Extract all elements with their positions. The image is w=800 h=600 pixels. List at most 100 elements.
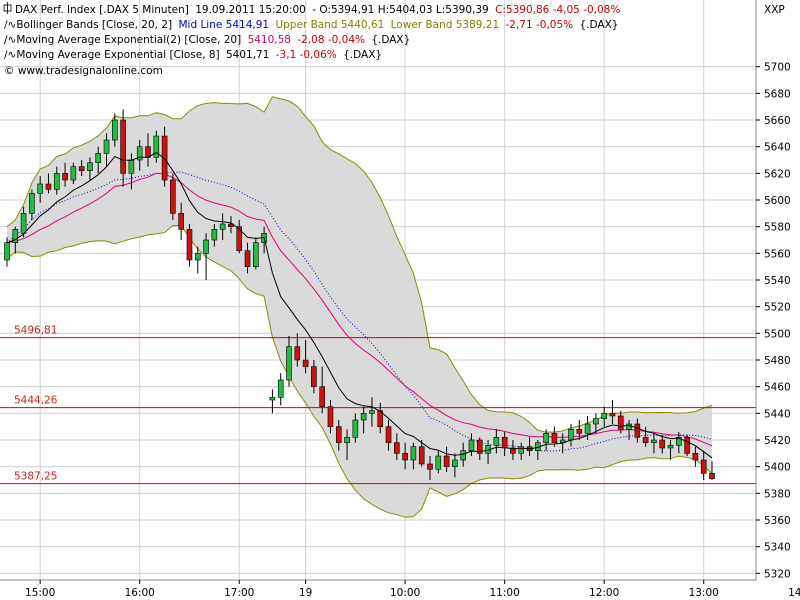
candle-body (244, 250, 251, 267)
candle-body (634, 423, 641, 438)
level-label: 5496,81 (14, 325, 57, 337)
candle-body (302, 359, 309, 367)
candle-body (518, 446, 525, 454)
candle-body (493, 437, 500, 446)
wave-icon: ∕∿ (4, 19, 16, 31)
candle-body (617, 415, 624, 430)
y-tick-label: 5580 (764, 222, 791, 234)
candle-body (394, 442, 400, 454)
header-line-3: ∕∿Moving Average Exponential(2) [Close, … (4, 34, 410, 46)
candle-body (667, 445, 674, 449)
x-tick-label: 12:00 (589, 587, 619, 599)
candle-body (203, 239, 209, 254)
bollinger-name: Bollinger Bands [Close, 20, 2] (16, 19, 172, 31)
y-tick-label: 5540 (764, 275, 791, 287)
candle-body (37, 183, 43, 194)
x-tick-label: 10:00 (390, 587, 420, 599)
y-tick-label: 5380 (764, 488, 791, 500)
y-tick-label: 5320 (764, 568, 791, 580)
candle-body (551, 433, 558, 443)
bar-close: C:5390,86 -4,05 -0,08% (495, 4, 620, 16)
x-tick-label: 11:00 (490, 587, 520, 599)
wave-icon: ∕∿ (4, 49, 16, 61)
candle-body (576, 429, 583, 434)
candle-body (45, 183, 52, 190)
header-line-1: DAX Perf. Index [.DAX 5 Minuten] 19.09.2… (15, 4, 620, 16)
candle-body (327, 406, 334, 427)
y-tick-label: 5600 (764, 195, 791, 207)
candle-body (684, 437, 690, 454)
y-tick-label: 5700 (764, 62, 791, 74)
candle-body (468, 439, 475, 451)
x-tick-label: 15:00 (25, 587, 55, 599)
bollinger-mid-value: Mid Line 5414,91 (178, 19, 269, 31)
ema8-change: -3,1 -0,06% (276, 49, 337, 61)
y-tick-label: 5460 (764, 382, 791, 394)
y-tick-label: 5620 (764, 168, 791, 180)
candle-body (311, 366, 317, 387)
price-axis[interactable]: 5320 5340 5360 5380 5400 5420 5440 5460 5480 5500… (756, 62, 791, 581)
candle-body (452, 459, 458, 467)
ema8-suffix: {.DAX} (343, 49, 382, 61)
candle-body (128, 159, 135, 174)
y-tick-label: 5420 (764, 435, 791, 447)
candle-body (294, 346, 301, 361)
candle-body (335, 426, 342, 443)
candle-body (53, 173, 60, 190)
level-label: 5444,26 (14, 395, 58, 407)
candle-body (543, 433, 549, 443)
candle-body (402, 453, 408, 461)
bollinger-change: -2,71 -0,05% (506, 19, 574, 31)
bollinger-suffix: {.DAX} (580, 19, 619, 31)
candle-body (626, 423, 632, 430)
y-tick-label: 5520 (764, 302, 791, 314)
candle-body (692, 453, 699, 461)
y-tick-label: 5480 (764, 355, 791, 367)
x-tick-label: 17:00 (224, 587, 254, 599)
ema20-change: -2,08 -0,04% (297, 34, 365, 46)
candle-body (70, 166, 77, 181)
candle-body (659, 439, 666, 449)
bar-date: 19.09.2011 15:20:00 (195, 4, 306, 16)
candle-body (344, 437, 350, 443)
ema20-value: 5410,58 (248, 34, 291, 46)
candle-body (62, 173, 68, 181)
candle-body (601, 413, 607, 419)
candle-body (286, 346, 292, 381)
ema20-name: Moving Average Exponential(2) [Close, 20… (16, 34, 241, 46)
y-tick-label: 5560 (764, 248, 791, 260)
candle-body (319, 386, 325, 407)
candle-body (87, 162, 93, 171)
y-tick-label: 5660 (764, 115, 791, 127)
candle-body (443, 455, 450, 467)
ema8-value: 5401,71 (226, 49, 269, 61)
candle-body (460, 450, 466, 461)
x-tick-label: 13:00 (689, 587, 719, 599)
copyright-text: © www.tradesignalonline.com (4, 65, 163, 77)
y-tick-label: 5680 (764, 88, 791, 100)
ema20-suffix: {.DAX} (371, 34, 410, 46)
candle-body (178, 213, 184, 230)
candle-body (95, 153, 102, 163)
candle-body (360, 413, 367, 421)
candle-body (112, 119, 118, 141)
candle-body (269, 397, 276, 401)
bollinger-lower-value: Lower Band 5389,21 (391, 19, 500, 31)
y-tick-label: 5400 (764, 462, 791, 474)
y-tick-label: 5440 (764, 408, 791, 420)
time-axis[interactable]: 15:00 16:00 17:00 19 10:00 11:00 12:00 13:00 14:… (25, 580, 800, 599)
bollinger-upper-value: Upper Band 5440,61 (275, 19, 384, 31)
y-tick-label: 5360 (764, 515, 791, 527)
x-tick-label: 19 (299, 587, 312, 599)
candle-body (253, 242, 259, 267)
wave-icon: ∕∿ (4, 34, 16, 46)
candle-body (642, 437, 649, 443)
y-tick-label: 5640 (764, 142, 791, 154)
candle-body (194, 253, 201, 261)
candle-body (170, 179, 176, 214)
candle-body (435, 455, 442, 470)
candle-body (20, 213, 27, 234)
y-tick-label: 5340 (764, 542, 791, 554)
candle-body (418, 446, 425, 465)
instrument-name: DAX Perf. Index [.DAX 5 Minuten] (15, 4, 189, 16)
